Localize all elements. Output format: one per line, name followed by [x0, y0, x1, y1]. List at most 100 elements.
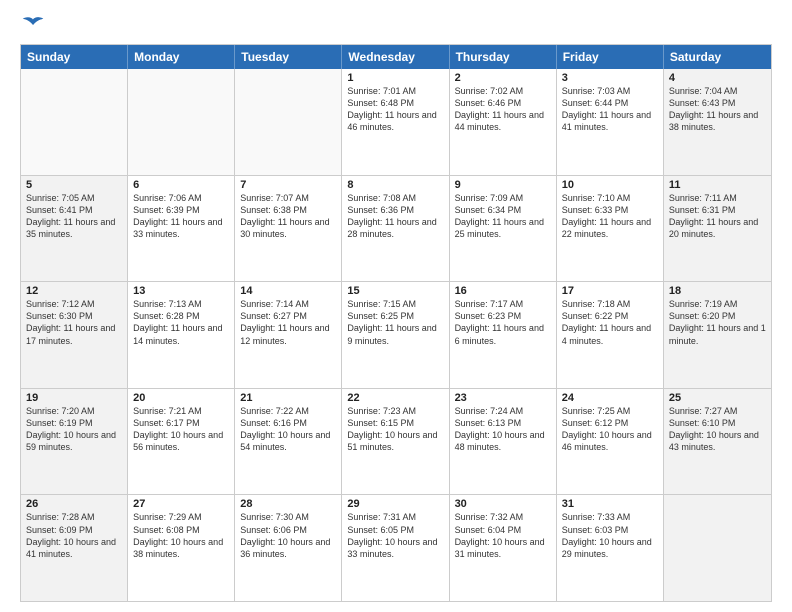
calendar-cell-3: 3Sunrise: 7:03 AM Sunset: 6:44 PM Daylig… [557, 69, 664, 175]
cell-sun-info: Sunrise: 7:22 AM Sunset: 6:16 PM Dayligh… [240, 405, 336, 454]
header-day-wednesday: Wednesday [342, 45, 449, 69]
day-number: 28 [240, 498, 336, 510]
day-number: 24 [562, 392, 658, 404]
calendar-cell-22: 22Sunrise: 7:23 AM Sunset: 6:15 PM Dayli… [342, 389, 449, 495]
calendar-cell-25: 25Sunrise: 7:27 AM Sunset: 6:10 PM Dayli… [664, 389, 771, 495]
calendar-cell-empty-4-6 [664, 495, 771, 601]
day-number: 29 [347, 498, 443, 510]
day-number: 5 [26, 179, 122, 191]
day-number: 10 [562, 179, 658, 191]
day-number: 8 [347, 179, 443, 191]
logo [20, 16, 44, 34]
calendar-cell-23: 23Sunrise: 7:24 AM Sunset: 6:13 PM Dayli… [450, 389, 557, 495]
day-number: 27 [133, 498, 229, 510]
day-number: 11 [669, 179, 766, 191]
day-number: 20 [133, 392, 229, 404]
calendar-cell-11: 11Sunrise: 7:11 AM Sunset: 6:31 PM Dayli… [664, 176, 771, 282]
cell-sun-info: Sunrise: 7:25 AM Sunset: 6:12 PM Dayligh… [562, 405, 658, 454]
calendar-cell-29: 29Sunrise: 7:31 AM Sunset: 6:05 PM Dayli… [342, 495, 449, 601]
cell-sun-info: Sunrise: 7:03 AM Sunset: 6:44 PM Dayligh… [562, 85, 658, 134]
calendar-cell-28: 28Sunrise: 7:30 AM Sunset: 6:06 PM Dayli… [235, 495, 342, 601]
calendar-cell-26: 26Sunrise: 7:28 AM Sunset: 6:09 PM Dayli… [21, 495, 128, 601]
calendar-row-3: 19Sunrise: 7:20 AM Sunset: 6:19 PM Dayli… [21, 388, 771, 495]
calendar-cell-9: 9Sunrise: 7:09 AM Sunset: 6:34 PM Daylig… [450, 176, 557, 282]
day-number: 26 [26, 498, 122, 510]
calendar-cell-24: 24Sunrise: 7:25 AM Sunset: 6:12 PM Dayli… [557, 389, 664, 495]
page: SundayMondayTuesdayWednesdayThursdayFrid… [0, 0, 792, 612]
calendar-row-4: 26Sunrise: 7:28 AM Sunset: 6:09 PM Dayli… [21, 494, 771, 601]
calendar-row-1: 5Sunrise: 7:05 AM Sunset: 6:41 PM Daylig… [21, 175, 771, 282]
calendar-cell-empty-0-1 [128, 69, 235, 175]
cell-sun-info: Sunrise: 7:19 AM Sunset: 6:20 PM Dayligh… [669, 298, 766, 347]
calendar-cell-5: 5Sunrise: 7:05 AM Sunset: 6:41 PM Daylig… [21, 176, 128, 282]
day-number: 2 [455, 72, 551, 84]
cell-sun-info: Sunrise: 7:14 AM Sunset: 6:27 PM Dayligh… [240, 298, 336, 347]
day-number: 7 [240, 179, 336, 191]
cell-sun-info: Sunrise: 7:02 AM Sunset: 6:46 PM Dayligh… [455, 85, 551, 134]
cell-sun-info: Sunrise: 7:24 AM Sunset: 6:13 PM Dayligh… [455, 405, 551, 454]
day-number: 25 [669, 392, 766, 404]
calendar-header-row: SundayMondayTuesdayWednesdayThursdayFrid… [21, 45, 771, 69]
calendar-cell-20: 20Sunrise: 7:21 AM Sunset: 6:17 PM Dayli… [128, 389, 235, 495]
header-day-sunday: Sunday [21, 45, 128, 69]
cell-sun-info: Sunrise: 7:17 AM Sunset: 6:23 PM Dayligh… [455, 298, 551, 347]
calendar-cell-21: 21Sunrise: 7:22 AM Sunset: 6:16 PM Dayli… [235, 389, 342, 495]
calendar: SundayMondayTuesdayWednesdayThursdayFrid… [20, 44, 772, 602]
cell-sun-info: Sunrise: 7:20 AM Sunset: 6:19 PM Dayligh… [26, 405, 122, 454]
calendar-cell-27: 27Sunrise: 7:29 AM Sunset: 6:08 PM Dayli… [128, 495, 235, 601]
header-day-monday: Monday [128, 45, 235, 69]
calendar-cell-16: 16Sunrise: 7:17 AM Sunset: 6:23 PM Dayli… [450, 282, 557, 388]
day-number: 16 [455, 285, 551, 297]
cell-sun-info: Sunrise: 7:09 AM Sunset: 6:34 PM Dayligh… [455, 192, 551, 241]
cell-sun-info: Sunrise: 7:23 AM Sunset: 6:15 PM Dayligh… [347, 405, 443, 454]
day-number: 15 [347, 285, 443, 297]
calendar-cell-12: 12Sunrise: 7:12 AM Sunset: 6:30 PM Dayli… [21, 282, 128, 388]
day-number: 18 [669, 285, 766, 297]
cell-sun-info: Sunrise: 7:21 AM Sunset: 6:17 PM Dayligh… [133, 405, 229, 454]
cell-sun-info: Sunrise: 7:33 AM Sunset: 6:03 PM Dayligh… [562, 511, 658, 560]
calendar-cell-4: 4Sunrise: 7:04 AM Sunset: 6:43 PM Daylig… [664, 69, 771, 175]
calendar-cell-6: 6Sunrise: 7:06 AM Sunset: 6:39 PM Daylig… [128, 176, 235, 282]
cell-sun-info: Sunrise: 7:10 AM Sunset: 6:33 PM Dayligh… [562, 192, 658, 241]
day-number: 30 [455, 498, 551, 510]
calendar-cell-30: 30Sunrise: 7:32 AM Sunset: 6:04 PM Dayli… [450, 495, 557, 601]
cell-sun-info: Sunrise: 7:13 AM Sunset: 6:28 PM Dayligh… [133, 298, 229, 347]
day-number: 14 [240, 285, 336, 297]
logo-bird-icon [22, 16, 44, 34]
calendar-cell-13: 13Sunrise: 7:13 AM Sunset: 6:28 PM Dayli… [128, 282, 235, 388]
day-number: 13 [133, 285, 229, 297]
cell-sun-info: Sunrise: 7:07 AM Sunset: 6:38 PM Dayligh… [240, 192, 336, 241]
day-number: 22 [347, 392, 443, 404]
header-day-saturday: Saturday [664, 45, 771, 69]
day-number: 12 [26, 285, 122, 297]
day-number: 21 [240, 392, 336, 404]
cell-sun-info: Sunrise: 7:08 AM Sunset: 6:36 PM Dayligh… [347, 192, 443, 241]
cell-sun-info: Sunrise: 7:32 AM Sunset: 6:04 PM Dayligh… [455, 511, 551, 560]
calendar-cell-7: 7Sunrise: 7:07 AM Sunset: 6:38 PM Daylig… [235, 176, 342, 282]
day-number: 1 [347, 72, 443, 84]
cell-sun-info: Sunrise: 7:28 AM Sunset: 6:09 PM Dayligh… [26, 511, 122, 560]
calendar-body: 1Sunrise: 7:01 AM Sunset: 6:48 PM Daylig… [21, 69, 771, 601]
calendar-cell-15: 15Sunrise: 7:15 AM Sunset: 6:25 PM Dayli… [342, 282, 449, 388]
cell-sun-info: Sunrise: 7:06 AM Sunset: 6:39 PM Dayligh… [133, 192, 229, 241]
calendar-cell-31: 31Sunrise: 7:33 AM Sunset: 6:03 PM Dayli… [557, 495, 664, 601]
header-day-friday: Friday [557, 45, 664, 69]
calendar-row-0: 1Sunrise: 7:01 AM Sunset: 6:48 PM Daylig… [21, 69, 771, 175]
day-number: 9 [455, 179, 551, 191]
header-day-tuesday: Tuesday [235, 45, 342, 69]
cell-sun-info: Sunrise: 7:15 AM Sunset: 6:25 PM Dayligh… [347, 298, 443, 347]
calendar-cell-empty-0-2 [235, 69, 342, 175]
day-number: 31 [562, 498, 658, 510]
calendar-cell-8: 8Sunrise: 7:08 AM Sunset: 6:36 PM Daylig… [342, 176, 449, 282]
cell-sun-info: Sunrise: 7:31 AM Sunset: 6:05 PM Dayligh… [347, 511, 443, 560]
calendar-row-2: 12Sunrise: 7:12 AM Sunset: 6:30 PM Dayli… [21, 281, 771, 388]
calendar-cell-empty-0-0 [21, 69, 128, 175]
day-number: 4 [669, 72, 766, 84]
cell-sun-info: Sunrise: 7:29 AM Sunset: 6:08 PM Dayligh… [133, 511, 229, 560]
cell-sun-info: Sunrise: 7:04 AM Sunset: 6:43 PM Dayligh… [669, 85, 766, 134]
calendar-cell-19: 19Sunrise: 7:20 AM Sunset: 6:19 PM Dayli… [21, 389, 128, 495]
calendar-cell-2: 2Sunrise: 7:02 AM Sunset: 6:46 PM Daylig… [450, 69, 557, 175]
day-number: 3 [562, 72, 658, 84]
calendar-cell-17: 17Sunrise: 7:18 AM Sunset: 6:22 PM Dayli… [557, 282, 664, 388]
cell-sun-info: Sunrise: 7:30 AM Sunset: 6:06 PM Dayligh… [240, 511, 336, 560]
